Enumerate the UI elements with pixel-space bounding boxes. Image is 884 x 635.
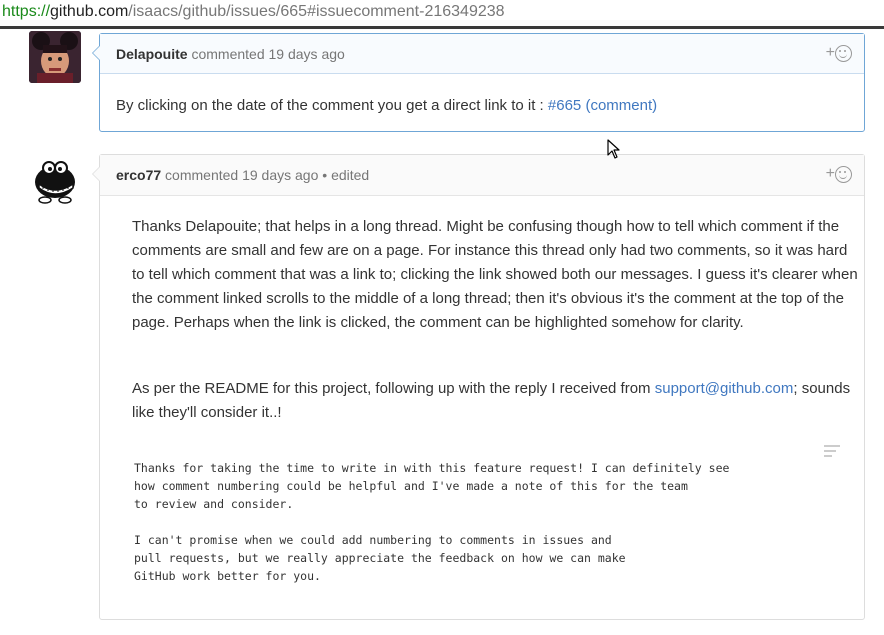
- comment-action: commented: [165, 167, 239, 183]
- add-reaction-button[interactable]: +: [826, 44, 852, 62]
- comment-pointer: [92, 45, 100, 61]
- edited-indicator[interactable]: • edited: [322, 167, 369, 183]
- avatar-erco77[interactable]: [29, 154, 81, 206]
- address-bar[interactable]: https://github.com/isaacs/github/issues/…: [0, 0, 884, 29]
- code-line: I can't promise when we could add number…: [134, 533, 612, 547]
- comment-timestamp[interactable]: 19 days ago: [242, 167, 318, 183]
- url-path: /isaacs/github/issues/665#issuecomment-2…: [128, 3, 505, 20]
- code-line: how comment numbering could be helpful a…: [134, 479, 688, 493]
- comment-meta: Delapouite commented 19 days ago: [116, 46, 345, 62]
- comment-action: commented: [191, 46, 265, 62]
- comment-timestamp[interactable]: 19 days ago: [269, 46, 345, 62]
- comment-meta: erco77 commented 19 days ago • edited: [116, 167, 369, 183]
- code-line: GitHub work better for you.: [134, 569, 321, 583]
- comment-link[interactable]: #665 (comment): [548, 97, 657, 114]
- paragraph-text: As per the README for this project, foll…: [132, 380, 651, 397]
- url-scheme: https://: [2, 3, 51, 20]
- wrap-lines-icon[interactable]: [824, 445, 840, 457]
- url-host: github.com: [50, 3, 129, 20]
- smiley-icon: [835, 45, 852, 62]
- code-block: Thanks for taking the time to write in w…: [116, 439, 848, 599]
- email-link[interactable]: support@github.com: [655, 380, 794, 397]
- code-text: Thanks for taking the time to write in w…: [134, 459, 729, 585]
- comment-text: By clicking on the date of the comment y…: [116, 97, 544, 114]
- comment-author[interactable]: erco77: [116, 167, 161, 183]
- comment-header: erco77 commented 19 days ago • edited +: [100, 155, 864, 196]
- comment-header: Delapouite commented 19 days ago +: [100, 34, 864, 74]
- comment-erco77: erco77 commented 19 days ago • edited + …: [92, 154, 865, 620]
- code-line: to review and consider.: [134, 497, 294, 511]
- comment-delapouite: Delapouite commented 19 days ago + By cl…: [92, 33, 865, 132]
- code-line: pull requests, but we really appreciate …: [134, 551, 626, 565]
- comment-body: By clicking on the date of the comment y…: [100, 94, 673, 118]
- avatar-delapouite[interactable]: [29, 31, 81, 83]
- comment-author[interactable]: Delapouite: [116, 46, 188, 62]
- smiley-icon: [835, 166, 852, 183]
- address-url[interactable]: https://github.com/isaacs/github/issues/…: [2, 3, 505, 21]
- comment-pointer: [92, 166, 100, 182]
- comment-paragraph: As per the README for this project, foll…: [116, 377, 878, 425]
- comment-paragraph: Thanks Delapouite; that helps in a long …: [132, 218, 858, 331]
- code-line: Thanks for taking the time to write in w…: [134, 461, 730, 475]
- mouse-cursor-icon: [607, 139, 621, 164]
- add-reaction-button[interactable]: +: [826, 165, 852, 183]
